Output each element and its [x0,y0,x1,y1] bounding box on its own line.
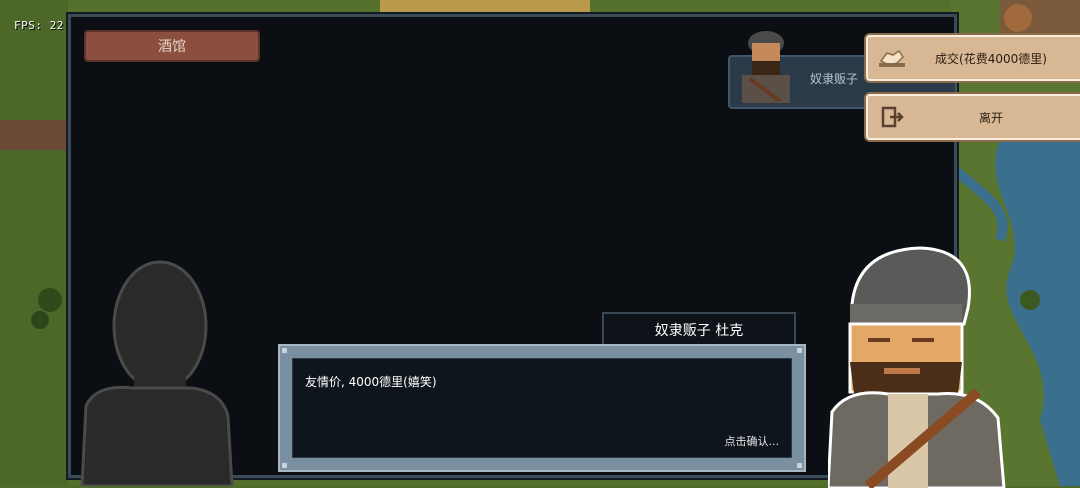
dialog-text: 友情价, 4000德里(嬉笑) [305,375,437,389]
leave-button[interactable]: 离开 [866,94,1080,140]
dialog-speaker-name: 奴隶贩子 杜克 [602,312,796,346]
handshake-icon [874,40,910,76]
exit-door-icon [874,99,910,135]
continue-hint[interactable]: 点击确认... [725,433,780,449]
deal-button[interactable]: 成交(花费4000德里) [866,35,1080,81]
leave-button-label: 离开 [978,110,1003,125]
npc-portrait-large [828,246,1006,488]
npc-portrait-small [742,31,790,103]
dialog-rivet [797,348,802,353]
player-silhouette [80,260,234,486]
deal-button-label: 成交(花费4000德里) [935,51,1047,66]
tavern-title-tab[interactable]: 酒馆 [84,30,260,62]
dialog-rivet [282,463,287,468]
dialog-rivet [797,463,802,468]
dialog-box[interactable]: 友情价, 4000德里(嬉笑) 点击确认... [278,344,806,472]
fps-counter: FPS: 22 [14,19,64,32]
dialog-rivet [282,348,287,353]
dialog-text-area: 友情价, 4000德里(嬉笑) 点击确认... [292,358,792,458]
npc-card-name: 奴隶贩子 [810,72,859,86]
